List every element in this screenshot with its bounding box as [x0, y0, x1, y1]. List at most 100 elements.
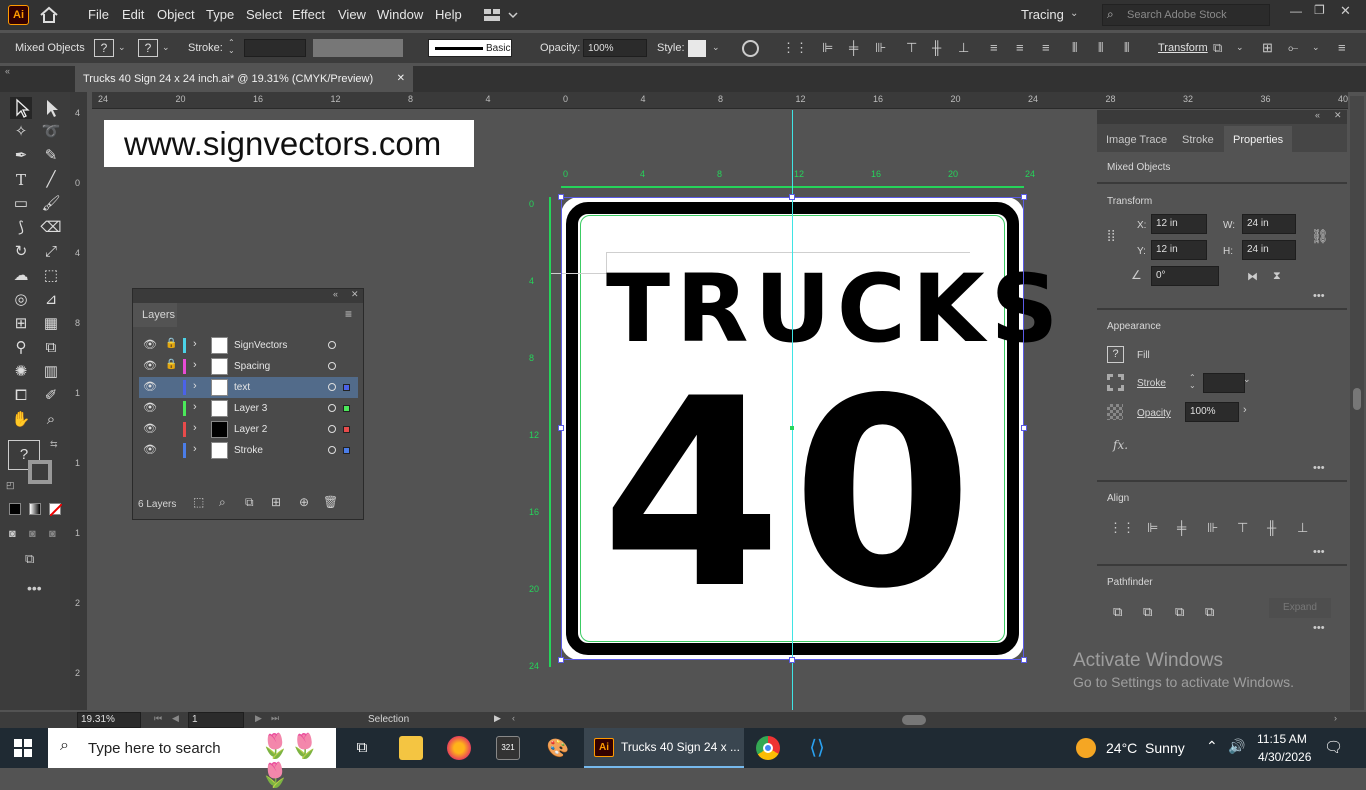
taskbar-active-app[interactable]: Ai Trucks 40 Sign 24 x ...	[584, 728, 744, 768]
close-panel-icon[interactable]: ✕	[351, 289, 359, 300]
chevron-right-icon[interactable]: ›	[193, 380, 197, 392]
target-circle-icon[interactable]	[328, 425, 336, 433]
line-segment-tool-icon[interactable]: ╱	[40, 169, 62, 191]
clipping-mask-icon[interactable]: ⧉	[245, 495, 254, 510]
hand-tool-icon[interactable]: ✋	[10, 409, 32, 431]
chevron-down-icon[interactable]: ⌄	[162, 42, 170, 53]
task-view-icon[interactable]: ⧉	[350, 736, 374, 760]
reference-point-icon[interactable]: ⁞⁞	[1107, 228, 1115, 245]
menu-type[interactable]: Type	[206, 7, 234, 22]
scrollbar-thumb[interactable]	[1353, 388, 1361, 410]
opacity-input[interactable]: 100%	[1185, 402, 1239, 422]
layer-row[interactable]: 👁 › Layer 3	[139, 398, 358, 419]
close-icon[interactable]: ✕	[397, 73, 405, 84]
align-left-icon[interactable]: ⊫	[1147, 520, 1158, 536]
menu-file[interactable]: File	[88, 7, 109, 22]
distribute-center-icon[interactable]: ⫴	[1098, 40, 1103, 56]
zoom-level-field[interactable]: 19.31%	[77, 712, 141, 728]
target-circle-icon[interactable]	[328, 446, 336, 454]
edit-toolbar-icon[interactable]: •••	[27, 580, 42, 596]
home-icon[interactable]	[38, 5, 60, 25]
eye-visibility-icon[interactable]: 👁	[143, 422, 157, 435]
chrome-icon[interactable]	[756, 736, 780, 760]
status-menu-arrow[interactable]: ▶	[494, 713, 501, 724]
none-mode-icon[interactable]	[49, 503, 63, 517]
opacity-input[interactable]: 100%	[583, 39, 647, 57]
shape-builder-tool-icon[interactable]: ◎	[10, 289, 32, 311]
layer-row[interactable]: 👁 › text	[139, 377, 358, 398]
last-artboard-button[interactable]: ⏭	[271, 713, 279, 724]
volume-icon[interactable]: 🔊	[1228, 738, 1245, 755]
chevron-right-icon[interactable]: ›	[193, 359, 197, 371]
align-right-icon[interactable]: ⊪	[875, 40, 886, 56]
opacity-link[interactable]: Opacity	[1137, 408, 1171, 419]
weather-text[interactable]: 24°C Sunny	[1106, 740, 1185, 756]
layer-row[interactable]: 👁 › Stroke	[139, 440, 358, 461]
layer-row[interactable]: 👁 🔒 › SignVectors	[139, 335, 358, 356]
align-to-selection-icon[interactable]: ⋮⋮	[782, 40, 808, 56]
first-artboard-button[interactable]: ⏮	[154, 713, 162, 724]
clock-time[interactable]: 11:15 AM	[1257, 732, 1307, 746]
paintbrush-tool-icon[interactable]: 🖌	[40, 193, 62, 215]
minimize-button[interactable]: —	[1290, 4, 1306, 18]
h-input[interactable]: 24 in	[1242, 240, 1296, 260]
mesh-tool-icon[interactable]: ⊞	[10, 313, 32, 335]
recolor-artwork-icon[interactable]	[742, 40, 759, 57]
chevron-down-icon[interactable]: ⌄	[1243, 374, 1251, 385]
scroll-right-arrow[interactable]: ›	[1334, 713, 1337, 723]
arrange-documents-icon[interactable]	[483, 7, 519, 23]
bounding-handle[interactable]	[1021, 194, 1027, 200]
layers-panel-header[interactable]: « ✕	[133, 289, 363, 303]
distribute-left-icon[interactable]: ⫴	[1072, 40, 1077, 56]
minus-front-icon[interactable]: ⧉	[1143, 604, 1152, 620]
horizontal-scrollbar[interactable]: ‹ ›	[512, 712, 1342, 728]
symbol-sprayer-tool-icon[interactable]: ✺	[10, 361, 32, 383]
lock-icon[interactable]: 🔒	[165, 359, 177, 370]
layer-name[interactable]: Stroke	[234, 445, 263, 456]
more-options-icon[interactable]: •••	[1313, 290, 1325, 302]
chevron-right-icon[interactable]: ›	[193, 338, 197, 350]
tab-properties[interactable]: Properties	[1224, 126, 1293, 152]
center-point[interactable]	[790, 426, 794, 430]
tab-image-trace[interactable]: Image Trace	[1097, 126, 1176, 152]
align-right-icon[interactable]: ⊪	[1207, 520, 1218, 536]
tab-stroke[interactable]: Stroke	[1173, 126, 1223, 152]
calendar-app-icon[interactable]: 321	[496, 736, 520, 760]
rotate-angle-input[interactable]: 0°	[1151, 266, 1219, 286]
collapse-panel-icon[interactable]: «	[1315, 110, 1320, 120]
curvature-tool-icon[interactable]: ✎	[40, 145, 62, 167]
isolate-icon[interactable]: ⧉	[1213, 40, 1222, 56]
eye-visibility-icon[interactable]: 👁	[143, 401, 157, 414]
panel-menu-icon[interactable]: ≡	[345, 307, 352, 321]
lasso-tool-icon[interactable]: ➰	[40, 121, 62, 143]
flip-vertical-icon[interactable]: ⧗	[1273, 270, 1281, 283]
shape-builder-icon[interactable]: ⟜	[1288, 40, 1298, 56]
workspace-switcher[interactable]: Tracing	[1021, 7, 1064, 22]
x-input[interactable]: 12 in	[1151, 214, 1207, 234]
stroke-weight-stepper[interactable]: ⌃ ⌄	[228, 39, 240, 57]
layer-name[interactable]: Spacing	[234, 361, 270, 372]
variable-width-profile[interactable]	[313, 39, 403, 57]
menu-select[interactable]: Select	[246, 7, 282, 22]
close-window-button[interactable]: ✕	[1340, 3, 1356, 19]
panel-menu-icon[interactable]: ≡	[1338, 40, 1346, 55]
new-sublayer-icon[interactable]: ⊞	[271, 495, 281, 509]
bounding-handle[interactable]	[1021, 657, 1027, 663]
more-options-icon[interactable]: •••	[1313, 462, 1325, 474]
guide-vertical[interactable]	[792, 110, 793, 710]
distribute-right-icon[interactable]: ⫴	[1124, 40, 1129, 56]
align-center-icon[interactable]: ╪	[849, 40, 858, 55]
taskbar-search-box[interactable]: ⌕ Type here to search 🌷🌷🌷	[48, 728, 336, 789]
search-icon[interactable]: ⌕	[219, 495, 226, 510]
eraser-tool-icon[interactable]: ⌫	[40, 217, 62, 239]
artboard-tool-icon[interactable]: ⧠	[10, 385, 32, 407]
paint-app-icon[interactable]: 🎨	[546, 736, 570, 760]
rectangle-tool-icon[interactable]: ▭	[10, 193, 32, 215]
chevron-down-icon[interactable]: ⌄	[712, 42, 720, 53]
layers-tab[interactable]: Layers	[133, 303, 177, 327]
bounding-handle[interactable]	[1021, 425, 1027, 431]
menu-edit[interactable]: Edit	[122, 7, 144, 22]
align-top-icon[interactable]: ⊤	[906, 40, 917, 56]
fx-icon[interactable]: fx.	[1113, 438, 1128, 452]
menu-help[interactable]: Help	[435, 7, 462, 22]
